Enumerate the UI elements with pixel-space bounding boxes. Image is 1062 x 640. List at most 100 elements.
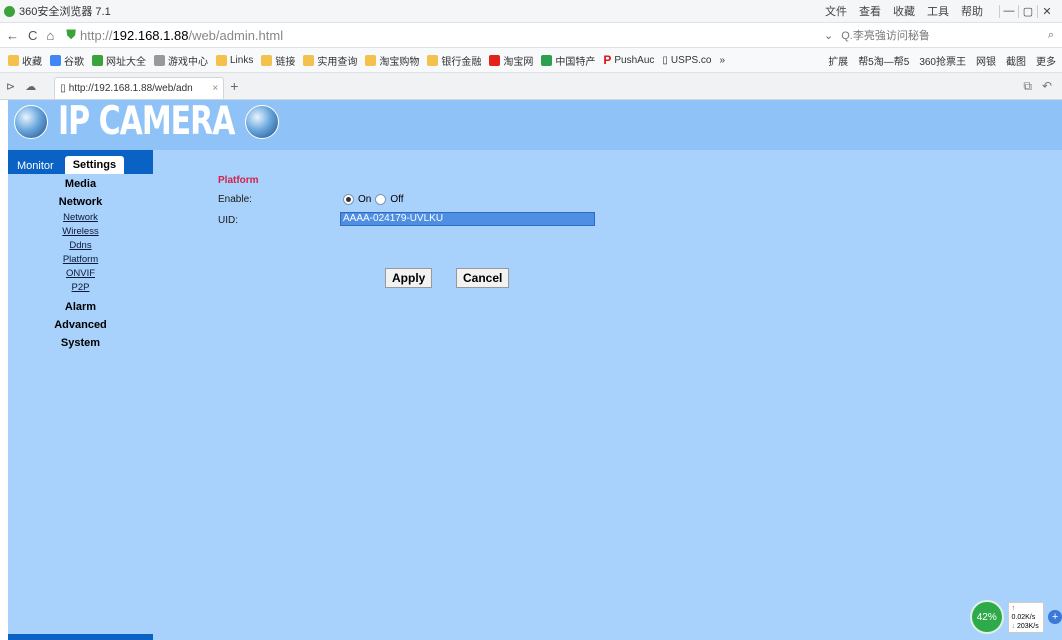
camera-admin-page: IP CAMERA Monitor Settings Media Network…	[8, 99, 1062, 640]
bookmark-label: 链接	[275, 56, 296, 68]
apply-button[interactable]: Apply	[385, 268, 433, 288]
menu-network-wireless[interactable]: Wireless	[8, 225, 153, 239]
bookmark-item[interactable]: 实用查询	[303, 53, 357, 68]
maximize-icon[interactable]: ▢	[1018, 4, 1037, 18]
bookmark-label: 中国特产	[555, 56, 596, 68]
reload-icon[interactable]: C	[28, 28, 37, 43]
cpu-gauge[interactable]: 42%	[970, 600, 1004, 634]
bookmark-overflow-icon[interactable]: »	[720, 55, 726, 66]
ext-bank[interactable]: 网银	[976, 53, 996, 68]
sidebar-toggle-icon[interactable]: ⊳	[6, 80, 15, 93]
tab-close-icon[interactable]: ×	[212, 83, 218, 94]
search-icon[interactable]: ⌕	[1048, 29, 1054, 42]
menu-favorites[interactable]: 收藏	[893, 3, 915, 19]
address-bar: ← C ⌂ ⛊ http:// 192.168.1.88 /web/admin.…	[0, 23, 1062, 48]
menu-network-network[interactable]: Network	[8, 211, 153, 225]
menu-alarm[interactable]: Alarm	[8, 295, 153, 316]
upload-rate: ↑ 0.02K/s	[1011, 604, 1036, 621]
uid-input[interactable]: AAAA-024179-UVLKU	[340, 212, 595, 226]
pushauc-icon: P	[603, 53, 612, 67]
url-field[interactable]: ⛊ http:// 192.168.1.88 /web/admin.html	[66, 27, 283, 43]
minimize-icon[interactable]: —	[999, 4, 1018, 18]
menu-network-platform[interactable]: Platform	[8, 253, 153, 267]
tab-tools: ⊳ ☁	[6, 80, 36, 93]
folder-icon	[365, 54, 377, 66]
bookmark-item[interactable]: 淘宝购物	[365, 53, 419, 68]
menu-network[interactable]: Network	[8, 193, 153, 211]
enable-off-label: Off	[390, 194, 404, 205]
download-rate-value: 203K/s	[1016, 622, 1039, 630]
ext-ticket[interactable]: 360抢票王	[919, 53, 966, 68]
tab-bar: ⊳ ☁ ▯ http://192.168.1.88/web/adn × + ⧉ …	[0, 73, 1062, 100]
ext-more[interactable]: 更多	[1036, 53, 1056, 68]
bookmark-label: PushAuc	[614, 54, 655, 66]
specialty-icon	[541, 54, 553, 66]
url-protocol: http://	[80, 27, 113, 43]
menu-file[interactable]: 文件	[825, 3, 847, 19]
app-header: IP CAMERA	[8, 99, 1062, 150]
undo-close-icon[interactable]: ↶	[1042, 79, 1052, 94]
menu-network-ddns[interactable]: Ddns	[8, 239, 153, 253]
search-engine-icon[interactable]: ⌄	[824, 29, 833, 42]
taobao-icon	[489, 54, 501, 66]
menu-view[interactable]: 查看	[859, 3, 881, 19]
bookmark-item[interactable]: 谷歌	[50, 53, 84, 68]
search-input[interactable]: Q.李亮強访问秘鲁	[841, 27, 930, 43]
menu-tools[interactable]: 工具	[927, 3, 949, 19]
new-tab-icon[interactable]: +	[230, 78, 238, 94]
tab-title: http://192.168.1.88/web/adn	[68, 82, 193, 94]
restore-tabs-icon[interactable]: ⧉	[1023, 79, 1032, 94]
menu-media[interactable]: Media	[8, 174, 153, 193]
bookmark-item[interactable]: P PushAuc	[603, 53, 654, 67]
url-host: 192.168.1.88	[112, 27, 189, 43]
bookmark-item[interactable]: 中国特产	[541, 53, 595, 68]
sidebar-tabs: Monitor Settings	[8, 150, 153, 174]
bookmark-item[interactable]: 网址大全	[92, 53, 146, 68]
enable-on-label: On	[358, 194, 372, 205]
bookmark-label: 银行金融	[441, 56, 482, 68]
settings-content: Platform Enable: On Off UID: AAAA-024179…	[153, 150, 1062, 640]
section-title: Platform	[218, 175, 259, 186]
enable-label: Enable:	[218, 194, 252, 205]
menu-network-p2p[interactable]: P2P	[8, 281, 153, 295]
download-rate: ↓ 203K/s	[1011, 622, 1039, 630]
home-icon[interactable]: ⌂	[46, 28, 54, 43]
close-icon[interactable]: ✕	[1037, 4, 1056, 18]
menu-network-onvif[interactable]: ONVIF	[8, 267, 153, 281]
bookmark-label: 淘宝购物	[379, 56, 420, 68]
bookmark-item[interactable]: 银行金融	[427, 53, 481, 68]
browser-tab[interactable]: ▯ http://192.168.1.88/web/adn ×	[54, 76, 225, 99]
bookmark-item[interactable]: 淘宝网	[489, 53, 533, 68]
folder-icon	[303, 54, 315, 66]
browser-menu: 文件 查看 收藏 工具 帮助 — ▢ ✕	[825, 3, 1056, 19]
enable-off-radio[interactable]	[375, 194, 387, 205]
cloud-icon[interactable]: ☁	[25, 80, 36, 93]
browser-logo-icon	[4, 5, 15, 17]
menu-system[interactable]: System	[8, 334, 153, 352]
enable-on-radio[interactable]	[343, 194, 354, 205]
folder-icon	[216, 54, 227, 66]
menu-help[interactable]: 帮助	[961, 3, 983, 19]
upload-rate-value: 0.02K/s	[1011, 613, 1036, 621]
bookmark-item[interactable]: 收藏	[8, 53, 42, 68]
bookmark-item[interactable]: 游戏中心	[154, 53, 208, 68]
bookmark-item[interactable]: 链接	[261, 53, 295, 68]
bookmark-item[interactable]: ▯ USPS.co	[662, 55, 711, 66]
ext-bang5[interactable]: 帮5淘—帮5	[858, 53, 909, 68]
tab-settings[interactable]: Settings	[64, 156, 125, 174]
network-monitor: 42% ↑ 0.02K/s ↓ 203K/s +	[970, 600, 1062, 634]
ext-screenshot[interactable]: 截图	[1006, 53, 1026, 68]
tab-monitor[interactable]: Monitor	[12, 158, 59, 174]
ext-extensions[interactable]: 扩展	[828, 53, 848, 68]
bookmark-item[interactable]: Links	[216, 54, 254, 66]
add-icon[interactable]: +	[1048, 610, 1062, 624]
nav-buttons: ← C ⌂	[6, 28, 54, 43]
folder-icon	[427, 54, 439, 66]
brand: IP CAMERA	[14, 99, 279, 144]
menu-advanced[interactable]: Advanced	[8, 316, 153, 334]
bookmark-label: Links	[230, 54, 254, 66]
back-icon[interactable]: ←	[6, 28, 19, 43]
cancel-button[interactable]: Cancel	[456, 268, 510, 288]
bookmark-label: 收藏	[22, 56, 42, 68]
bookmark-label: 谷歌	[64, 56, 84, 68]
